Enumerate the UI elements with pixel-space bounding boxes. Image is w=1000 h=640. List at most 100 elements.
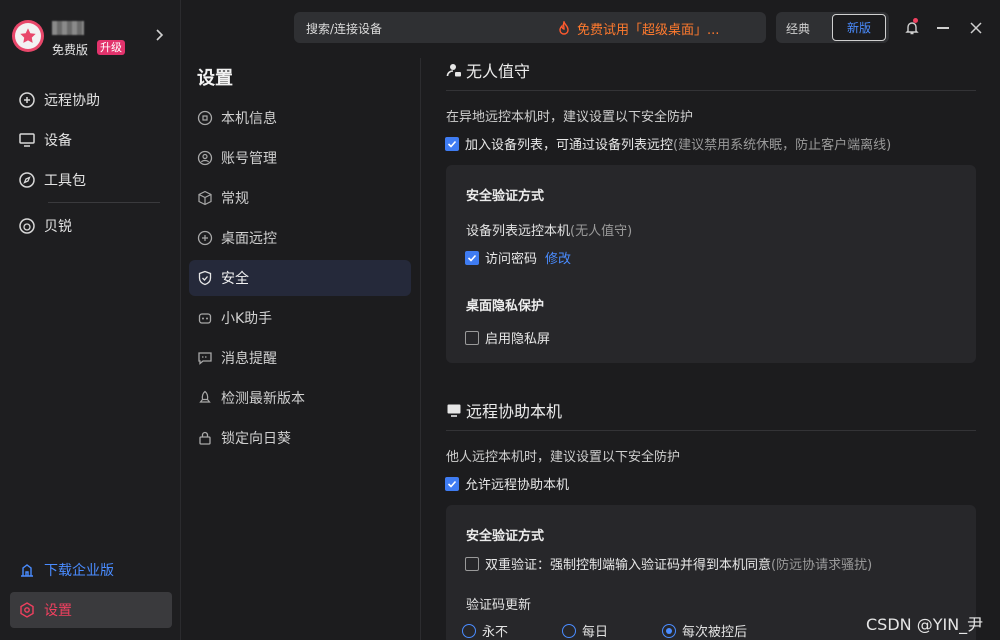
access-password-checkbox[interactable]: 访问密码 修改 <box>465 248 571 267</box>
settings-label: 设置 <box>44 603 72 619</box>
allow-remote-assist-checkbox[interactable]: 允许远程协助本机 <box>445 474 569 493</box>
sidebar-item-label: 远程协助 <box>44 93 100 109</box>
search-bar[interactable]: 搜索/连接设备 免费试用「超级桌面」... <box>294 12 766 43</box>
shield-icon <box>198 270 212 286</box>
menu-item-k-assistant[interactable]: 小K助手 <box>189 300 411 336</box>
radio-button[interactable] <box>562 623 576 638</box>
double-verify-label: 双重验证：强制控制端输入验证码并得到本机同意 <box>485 558 772 573</box>
sidebar-item-toolkit[interactable]: 工具包 <box>10 162 172 198</box>
radio-after-each-control[interactable]: 每次被控后 <box>662 621 747 640</box>
panel-divider <box>420 58 421 640</box>
profile-card[interactable]: 免费版 升级 <box>12 20 172 60</box>
settings-title: 设置 <box>197 68 233 89</box>
double-verify-checkbox[interactable]: 双重验证：强制控制端输入验证码并得到本机同意 (防远协请求骚扰) <box>465 554 872 573</box>
bell-icon[interactable] <box>904 20 920 36</box>
close-icon[interactable] <box>969 21 983 35</box>
chevron-right-icon[interactable] <box>154 28 166 42</box>
menu-item-account[interactable]: 账号管理 <box>189 140 411 176</box>
radio-label: 每次被控后 <box>682 625 748 640</box>
menu-item-label: 桌面远控 <box>221 231 277 247</box>
menu-item-label: 账号管理 <box>221 151 277 167</box>
sidebar-item-devices[interactable]: 设备 <box>10 122 172 158</box>
sidebar-divider <box>48 202 160 203</box>
section-divider <box>446 430 976 431</box>
menu-item-label: 本机信息 <box>221 111 277 127</box>
code-update-title: 验证码更新 <box>466 598 532 613</box>
menu-item-label: 小K助手 <box>221 311 273 327</box>
radio-label: 每日 <box>582 625 609 640</box>
menu-item-label: 常规 <box>221 191 249 207</box>
building-icon <box>21 564 33 577</box>
menu-item-desktop-remote[interactable]: 桌面远控 <box>189 220 411 256</box>
device-list-remote-row: 设备列表远控本机(无人值守) <box>466 220 632 239</box>
lock-icon <box>199 431 211 445</box>
download-enterprise-link[interactable]: 下载企业版 <box>10 552 172 588</box>
device-info-icon <box>197 110 213 126</box>
message-icon <box>198 352 212 365</box>
minimize-icon[interactable] <box>937 27 949 29</box>
promo-text: 免费试用「超级桌面」... <box>577 23 720 38</box>
check-icon <box>447 480 457 488</box>
checkbox-unchecked[interactable] <box>465 330 479 345</box>
menu-item-check-update[interactable]: 检测最新版本 <box>189 380 411 416</box>
verify-method-title: 安全验证方式 <box>466 529 545 544</box>
remote-assist-icon <box>19 92 35 108</box>
check-icon <box>447 140 457 148</box>
menu-item-label: 消息提醒 <box>221 351 277 367</box>
section-title: 远程协助本机 <box>466 402 563 421</box>
radio-never[interactable]: 永不 <box>462 621 508 640</box>
menu-item-security[interactable]: 安全 <box>189 260 411 296</box>
add-to-device-list-checkbox[interactable]: 加入设备列表，可通过设备列表远控 (建议禁用系统休眠，防止客户端离线) <box>445 134 891 153</box>
radio-button[interactable] <box>462 623 476 638</box>
allow-remote-assist-label: 允许远程协助本机 <box>465 478 570 493</box>
sidebar-item-oray[interactable]: 贝锐 <box>10 208 172 244</box>
monitor-icon <box>447 404 461 417</box>
download-label: 下载企业版 <box>44 563 114 579</box>
user-lock-icon <box>446 64 461 77</box>
cube-icon <box>198 190 212 206</box>
menu-item-general[interactable]: 常规 <box>189 180 411 216</box>
sidebar-item-settings[interactable]: 设置 <box>10 592 172 628</box>
assist-hint: 他人远控本机时，建议设置以下安全防护 <box>446 450 681 465</box>
sidebar-item-label: 工具包 <box>44 173 86 189</box>
check-icon <box>467 254 477 262</box>
rocket-icon <box>199 390 211 403</box>
modify-password-link[interactable]: 修改 <box>545 248 571 267</box>
radio-button-selected[interactable] <box>662 623 676 638</box>
privacy-screen-checkbox[interactable]: 启用隐私屏 <box>465 328 550 347</box>
section-title: 无人值守 <box>466 62 531 81</box>
menu-item-notifications[interactable]: 消息提醒 <box>189 340 411 376</box>
section-unattended: 无人值守 <box>446 58 530 82</box>
username-blurred <box>52 21 84 35</box>
verify-method-title: 安全验证方式 <box>466 189 545 204</box>
checkbox-unchecked[interactable] <box>465 556 479 571</box>
radio-daily[interactable]: 每日 <box>562 621 608 640</box>
search-input[interactable]: 搜索/连接设备 <box>306 20 382 37</box>
upgrade-badge[interactable]: 升级 <box>97 40 125 55</box>
menu-item-label: 锁定向日葵 <box>221 431 291 447</box>
star-icon <box>20 28 36 43</box>
menu-item-lock[interactable]: 锁定向日葵 <box>189 420 411 456</box>
plan-label: 免费版 <box>52 43 89 57</box>
mode-classic-button[interactable]: 经典 <box>786 20 810 37</box>
mode-new-button[interactable]: 新版 <box>832 14 886 41</box>
robot-icon <box>198 313 212 324</box>
oray-icon <box>19 218 35 234</box>
device-list-remote-label: 设备列表远控本机 <box>466 224 571 239</box>
checkbox-checked[interactable] <box>465 250 479 265</box>
menu-item-device-info[interactable]: 本机信息 <box>189 100 411 136</box>
watermark: CSDN @YIN_尹 <box>866 615 984 634</box>
unattended-hint: 在异地远控本机时，建议设置以下安全防护 <box>446 110 694 125</box>
menu-item-label: 检测最新版本 <box>221 391 305 407</box>
promo-banner[interactable]: 免费试用「超级桌面」... <box>557 19 719 38</box>
sidebar-item-label: 贝锐 <box>44 219 72 235</box>
radio-label: 永不 <box>482 625 509 640</box>
privacy-title: 桌面隐私保护 <box>466 299 545 314</box>
access-password-label: 访问密码 <box>485 252 538 267</box>
checkbox-checked[interactable] <box>445 136 459 151</box>
avatar[interactable] <box>12 20 44 52</box>
fire-icon <box>559 20 569 35</box>
notification-dot <box>913 18 918 23</box>
sidebar-item-remote-assist[interactable]: 远程协助 <box>10 82 172 118</box>
checkbox-checked[interactable] <box>445 476 459 491</box>
